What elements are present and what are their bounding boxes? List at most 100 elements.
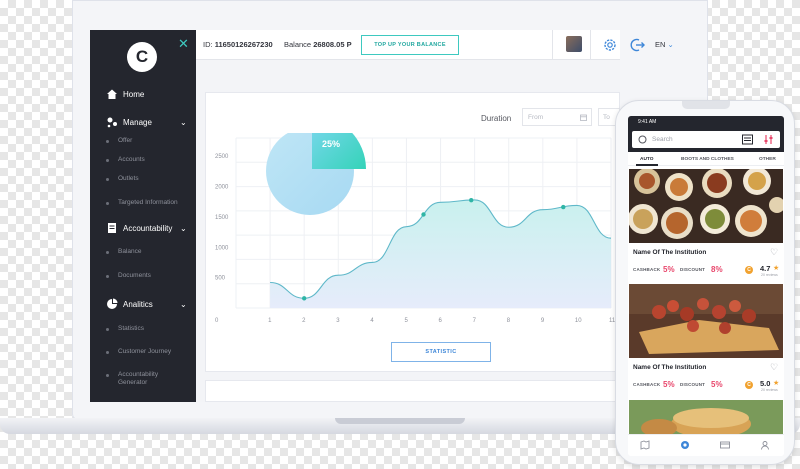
- bullet-icon: [106, 327, 109, 331]
- rating-value: 4.7: [760, 264, 771, 273]
- x-tick-label: 4: [370, 318, 374, 324]
- sidebar-item-accountability[interactable]: Accountability ⌄: [106, 221, 187, 235]
- balance: Balance 26808.05 P: [284, 40, 352, 49]
- star-icon: ★: [773, 380, 780, 387]
- x-tick-label: 3: [336, 318, 340, 324]
- pie-label: 25%: [322, 139, 340, 149]
- chevron-down-icon[interactable]: ⌄: [180, 224, 187, 233]
- star-icon: ★: [773, 265, 780, 272]
- rating-value: 5.0: [760, 379, 771, 388]
- y-tick-label: 2500: [215, 154, 229, 160]
- sidebar-item-statistics[interactable]: Statistics: [106, 325, 144, 334]
- balance-label: Balance: [284, 40, 312, 49]
- statistic-button[interactable]: STATISTIC: [391, 342, 491, 362]
- sidebar-item-outlets[interactable]: Outlets: [106, 175, 139, 184]
- list-view-icon[interactable]: [742, 134, 753, 145]
- tab-other[interactable]: OTHER: [759, 157, 776, 162]
- x-tick-label: 9: [541, 318, 545, 324]
- chevron-down-icon[interactable]: ⌄: [180, 300, 187, 309]
- sidebar-item-offer[interactable]: Offer: [106, 137, 132, 146]
- account-id: ID: 11650126267230: [203, 40, 273, 49]
- sidebar-item-label: Accountability: [123, 223, 173, 233]
- y-tick-label: 1000: [215, 245, 229, 251]
- cashback-value: 5%: [663, 265, 675, 274]
- y-tick-label: 2000: [215, 185, 229, 191]
- dashboard-screen: C ✕ Home Manage ⌄ Offer Accounts Outlets…: [90, 30, 620, 402]
- top-up-balance-button[interactable]: TOP UP YOUR BALANCE: [361, 35, 459, 55]
- search-input[interactable]: Search: [632, 131, 780, 148]
- tab-auto[interactable]: AUTO: [640, 157, 654, 162]
- category-tabs: AUTO BOOTS AND CLOTHES OTHER: [628, 153, 784, 166]
- sidebar-item-accountability-generator[interactable]: Accountability Generator: [106, 371, 192, 387]
- date-from-placeholder: From: [528, 114, 544, 121]
- app-logo[interactable]: C: [127, 42, 157, 72]
- sidebar-item-label: Analitics: [123, 299, 153, 309]
- bullet-icon: [106, 350, 109, 354]
- search-icon: [638, 135, 647, 144]
- food-image-2[interactable]: [629, 284, 783, 358]
- bullet-icon: [106, 250, 109, 254]
- bullet-icon: [106, 374, 109, 377]
- account-id-label: ID:: [203, 40, 213, 49]
- data-point: [301, 296, 307, 301]
- listing-name[interactable]: Name Of The Institution: [633, 249, 706, 256]
- x-tick-label: 1: [268, 318, 272, 324]
- topbar: ID: 11650126267230 Balance 26808.05 P TO…: [196, 30, 620, 60]
- rating-badge: C: [745, 381, 753, 389]
- pie-chart-icon: [107, 298, 118, 309]
- sidebar-item-balance[interactable]: Balance: [106, 248, 142, 257]
- x-tick-label: 7: [473, 318, 477, 324]
- x-tick-label: 2: [302, 318, 306, 324]
- sidebar-item-targeted-information[interactable]: Targeted Information: [106, 199, 178, 208]
- close-icon[interactable]: ✕: [178, 36, 189, 52]
- y-tick-label: 1500: [215, 215, 229, 221]
- duration-label: Duration: [481, 114, 512, 123]
- y-tick-label: 500: [215, 276, 226, 282]
- bullet-icon: [106, 201, 109, 205]
- area-fill: [270, 199, 611, 308]
- sidebar-item-label: Customer Journey: [118, 348, 172, 355]
- divider: [552, 30, 553, 60]
- bullet-icon: [106, 177, 109, 181]
- sidebar-item-accounts[interactable]: Accounts: [106, 156, 145, 165]
- sidebar-item-label: Targeted Information: [118, 199, 178, 206]
- sidebar-item-documents[interactable]: Documents: [106, 272, 151, 281]
- review-count: 20 reviews: [761, 388, 778, 392]
- listing-name[interactable]: Name Of The Institution: [633, 364, 706, 371]
- phone-screen: 9:41 AM Search AUTO BOOTS AND CLOTHES OT…: [628, 116, 784, 456]
- date-from-field[interactable]: From: [522, 108, 592, 126]
- discount-value: 8%: [711, 265, 723, 274]
- sidebar-item-label: Home: [123, 89, 145, 99]
- chevron-down-icon[interactable]: ⌄: [180, 118, 187, 127]
- rating-badge: C: [745, 266, 753, 274]
- settings-icon[interactable]: [602, 37, 618, 53]
- filter-icon[interactable]: [763, 134, 774, 145]
- sidebar: C ✕ Home Manage ⌄ Offer Accounts Outlets…: [90, 30, 196, 402]
- bullet-icon: [106, 139, 109, 143]
- sidebar-item-analitics[interactable]: Analitics ⌄: [106, 297, 187, 311]
- sidebar-item-label: Balance: [118, 248, 142, 255]
- avatar[interactable]: [566, 36, 582, 52]
- language-selector[interactable]: EN ⌄: [655, 40, 674, 49]
- heart-icon[interactable]: ♡: [770, 362, 778, 373]
- map-icon[interactable]: [640, 440, 650, 450]
- data-point: [421, 212, 426, 217]
- bullet-icon: [106, 274, 109, 278]
- calendar-icon[interactable]: [580, 114, 587, 121]
- heart-icon[interactable]: ♡: [770, 247, 778, 258]
- sidebar-item-label: Accountability Generator: [118, 371, 159, 386]
- balance-value: 26808.05 P: [313, 40, 352, 49]
- divider: [590, 30, 591, 60]
- logout-icon[interactable]: [630, 37, 646, 53]
- food-image-1[interactable]: [629, 169, 783, 243]
- sidebar-item-customer-journey[interactable]: Customer Journey: [106, 348, 171, 357]
- sidebar-item-manage[interactable]: Manage ⌄: [106, 115, 187, 129]
- catalog-icon[interactable]: [680, 440, 690, 450]
- food-image-3[interactable]: [629, 400, 783, 436]
- sidebar-item-home[interactable]: Home: [106, 87, 144, 101]
- sidebar-item-label: Documents: [118, 272, 151, 279]
- card-icon[interactable]: [720, 440, 730, 450]
- tab-boots-and-clothes[interactable]: BOOTS AND CLOTHES: [681, 157, 734, 162]
- sidebar-item-label: Statistics: [118, 325, 145, 332]
- profile-icon[interactable]: [760, 440, 770, 450]
